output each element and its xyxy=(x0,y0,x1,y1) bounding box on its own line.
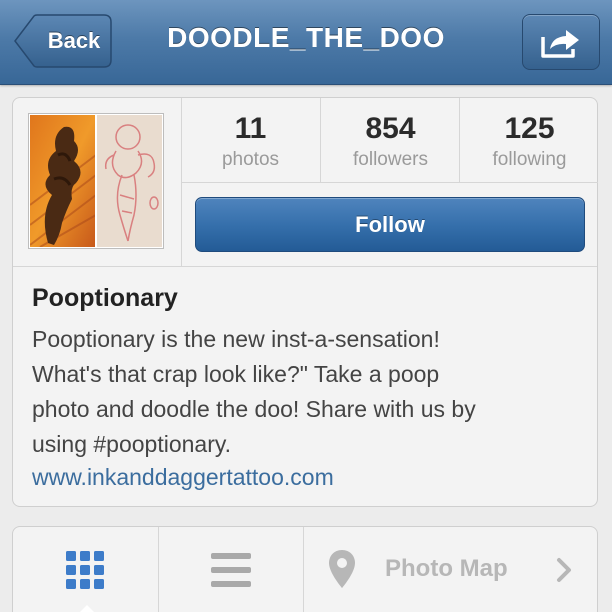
view-tab-bar: Photo Map xyxy=(12,526,598,612)
bio-divider xyxy=(13,266,597,267)
stat-following[interactable]: 125 following xyxy=(459,98,599,182)
photo-map-label: Photo Map xyxy=(385,555,508,582)
profile-screen: Back DOODLE_THE_DOO 11 photos 854 follow… xyxy=(0,0,612,612)
avatar[interactable] xyxy=(28,113,164,249)
tab-grid-view[interactable] xyxy=(13,527,159,612)
profile-stats: 11 photos 854 followers 125 following xyxy=(181,98,598,183)
profile-card: 11 photos 854 followers 125 following Fo… xyxy=(12,97,598,507)
stat-followers[interactable]: 854 followers xyxy=(320,98,460,182)
stat-following-label: following xyxy=(492,149,567,170)
stat-followers-count: 854 xyxy=(365,112,416,145)
chevron-right-icon xyxy=(557,558,571,582)
avatar-image xyxy=(30,115,162,247)
stat-followers-label: followers xyxy=(353,149,428,170)
back-button[interactable]: Back xyxy=(14,14,112,68)
page-title: DOODLE_THE_DOO xyxy=(167,22,445,53)
share-arrow-icon xyxy=(541,30,579,58)
profile-name: Pooptionary xyxy=(32,284,178,312)
share-button[interactable] xyxy=(522,14,600,70)
stat-following-count: 125 xyxy=(504,112,555,145)
tab-photo-map[interactable]: Photo Map xyxy=(304,527,597,612)
back-button-label: Back xyxy=(47,28,101,53)
avatar-cell xyxy=(13,98,182,266)
active-tab-indicator xyxy=(78,605,96,612)
list-view-icon xyxy=(211,553,251,587)
profile-bio: Pooptionary is the new inst-a-sensation!… xyxy=(32,326,476,457)
stat-photos[interactable]: 11 photos xyxy=(181,98,320,182)
location-pin-icon xyxy=(329,550,355,588)
tab-list-view[interactable] xyxy=(159,527,304,612)
stat-photos-label: photos xyxy=(221,149,280,170)
follow-button-label: Follow xyxy=(355,212,425,237)
navigation-bar: Back DOODLE_THE_DOO xyxy=(0,0,612,85)
grid-view-icon xyxy=(66,551,104,589)
stat-photos-count: 11 xyxy=(234,112,267,145)
profile-website-link[interactable]: www.inkanddaggertattoo.com xyxy=(32,464,334,491)
follow-button[interactable]: Follow xyxy=(195,197,585,252)
